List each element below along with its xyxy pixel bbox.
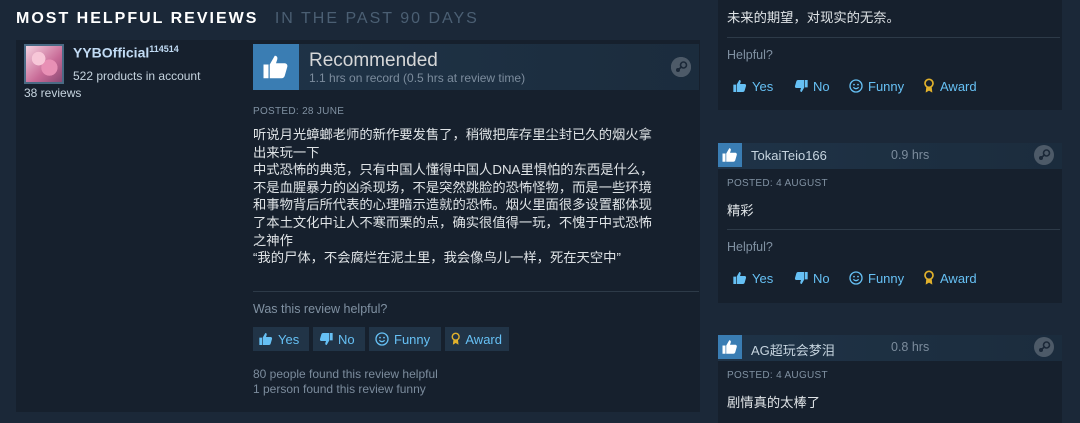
vote-yes-button[interactable]: Yes [727,266,780,290]
smiley-icon [375,332,389,346]
vote-funny-button[interactable]: Funny [369,327,441,351]
vote-no-button[interactable]: No [788,74,837,98]
steam-logo-icon [671,57,691,77]
review-line: “我的尸体，不会腐烂在泥土里，我会像鸟儿一样，死在天空中” [253,250,621,266]
steam-logo-icon [1034,337,1054,362]
vote-yes-label: Yes [752,78,774,94]
vote-no-label: No [813,78,830,94]
vote-funny-label: Funny [394,331,431,347]
review-body: 听说月光蟑螂老师的新作要发售了，稍微把库存里尘封已久的烟火拿 出来玩一下 中式恐… [253,126,693,267]
award-button[interactable]: Award [917,74,984,98]
review-line: 了本土文化中让人不寒而栗的点，确实很值得一玩，不愧于中式恐怖 [253,214,652,230]
review-posted-date: POSTED: 28 JUNE [253,106,345,117]
award-icon [924,270,934,285]
found-helpful-count: 80 people found this review helpful [253,367,438,381]
side-review-text: 精彩 [727,203,754,218]
thumbs-up-icon [733,272,747,284]
side-review-posted: POSTED: 4 AUGUST [727,178,828,189]
side-review-text: 剧情真的太棒了 [727,395,821,410]
vote-yes-label: Yes [278,331,300,347]
helpful-question: Helpful? [727,48,773,62]
side-review-author[interactable]: TokaiTeio166 [751,148,827,163]
vote-no-button[interactable]: No [788,266,837,290]
vote-no-button[interactable]: No [313,327,365,351]
thumbs-down-icon [794,272,808,284]
divider [253,291,699,292]
thumbs-up-icon [718,143,742,167]
vote-no-label: No [813,270,830,286]
vote-funny-button[interactable]: Funny [843,266,911,290]
review-verdict: Recommended [309,50,438,71]
side-review-text: 未来的期望，对现实的无奈。 [727,10,900,25]
vote-yes-label: Yes [752,270,774,286]
thumbs-up-icon [733,80,747,92]
review-line: 不是血腥暴力的凶杀现场，不是突然跳脸的恐怖怪物，而是一些环境 [253,179,652,195]
author-products[interactable]: 522 products in account [73,69,200,83]
author-level: 114514 [149,44,179,54]
thumbs-up-icon [253,44,299,90]
vote-funny-label: Funny [868,270,905,286]
vote-yes-button[interactable]: Yes [727,74,780,98]
award-icon [451,332,460,345]
vote-funny-button[interactable]: Funny [843,74,911,98]
helpful-question: Helpful? [727,240,773,254]
award-button[interactable]: Award [917,266,984,290]
avatar[interactable] [24,44,64,84]
section-title: MOST HELPFUL REVIEWS IN THE PAST 90 DAYS [16,10,479,28]
thumbs-down-icon [794,80,808,92]
review-line: 之神作 [253,232,293,248]
vote-yes-button[interactable]: Yes [253,327,309,351]
side-review-posted: POSTED: 4 AUGUST [727,370,828,381]
side-review-author[interactable]: AG超玩会梦泪 [751,340,835,359]
award-icon [924,78,934,93]
thumbs-up-icon [259,333,273,345]
review-line: 中式恐怖的典范，只有中国人懂得中国人DNA里惧怕的东西是什么， [253,162,654,178]
thumbs-up-icon [718,335,742,359]
divider [727,229,1060,230]
divider [727,37,1060,38]
review-hours: 1.1 hrs on record (0.5 hrs at review tim… [309,71,526,85]
award-label: Award [940,270,977,286]
review-line: 听说月光蟑螂老师的新作要发售了，稍微把库存里尘封已久的烟火拿 [253,127,652,142]
smiley-icon [849,79,863,93]
award-button[interactable]: Award [445,327,509,351]
review-line: 和事物背后所代表的心理暗示造就的恐怖。烟火里面很多设置都体现 [253,197,652,213]
smiley-icon [849,271,863,285]
side-review-hours: 0.8 hrs [891,340,930,354]
section-heading: MOST HELPFUL REVIEWS [16,10,259,27]
author-name[interactable]: YYBOfficial114514 [73,44,179,61]
author-reviews[interactable]: 38 reviews [24,86,81,100]
vote-funny-label: Funny [868,78,905,94]
helpful-question: Was this review helpful? [253,302,388,316]
thumbs-down-icon [319,333,333,345]
section-subheading: IN THE PAST 90 DAYS [274,10,479,27]
steam-logo-icon [1034,145,1054,170]
found-funny-count: 1 person found this review funny [253,382,426,396]
review-line: 出来玩一下 [253,144,320,160]
side-review-hours: 0.9 hrs [891,148,930,162]
award-label: Award [940,78,977,94]
vote-no-label: No [338,331,355,347]
award-label: Award [465,331,502,347]
